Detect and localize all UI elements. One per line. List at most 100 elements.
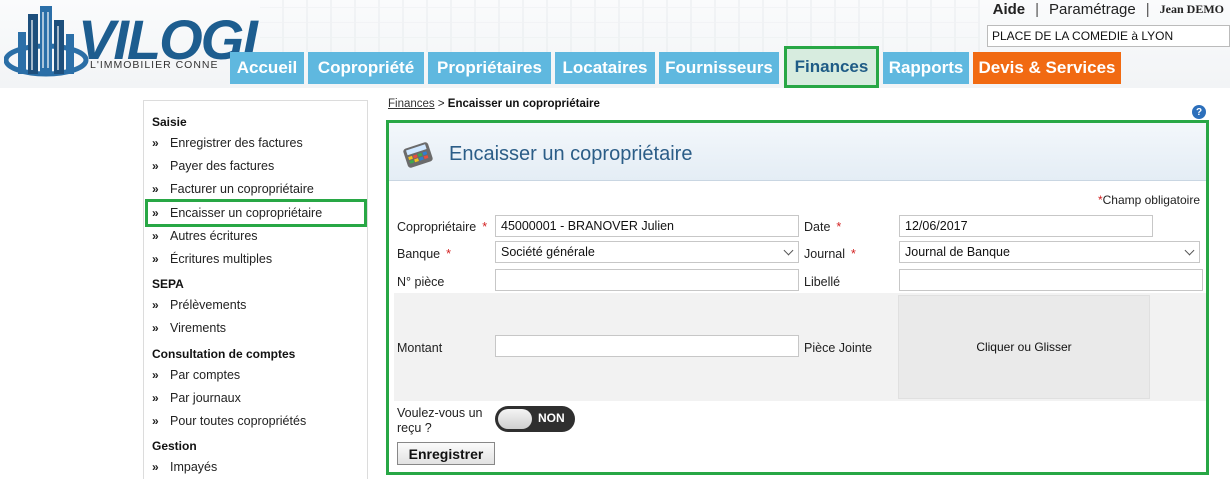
sidebar-item-ecritures-multiples[interactable]: » Écritures multiples	[152, 252, 272, 266]
tab-fournisseurs[interactable]: Fournisseurs	[659, 52, 779, 84]
chevron-icon: »	[152, 206, 159, 220]
sidebar-item-label: Encaisser un copropriétaire	[170, 206, 323, 220]
recu-label: Voulez-vous un reçu ?	[397, 406, 482, 436]
piece-label: N° pièce	[397, 275, 445, 289]
sidebar-section-saisie: Saisie	[152, 115, 187, 129]
encaisser-panel: Encaisser un copropriétaire *Champ oblig…	[386, 120, 1209, 475]
tab-devis-services[interactable]: Devis & Services	[973, 52, 1121, 84]
journal-label: Journal *	[804, 247, 856, 261]
user-menu[interactable]: Jean DEMO	[1160, 2, 1224, 17]
sidebar-item-label: Impayés	[170, 460, 218, 474]
sidebar-item-label: Prélèvements	[170, 298, 247, 312]
sidebar: Saisie » Enregistrer des factures » Paye…	[143, 100, 368, 479]
top-links-separator: |	[1145, 0, 1150, 18]
sidebar-item-label: Virements	[170, 321, 227, 335]
sidebar-item-par-comptes[interactable]: » Par comptes	[152, 368, 240, 382]
banque-label: Banque *	[397, 247, 451, 261]
sidebar-item-autres-ecritures[interactable]: » Autres écritures	[152, 229, 258, 243]
sidebar-item-virements[interactable]: » Virements	[152, 321, 226, 335]
required-star: *	[482, 220, 488, 234]
date-label: Date *	[804, 220, 841, 234]
required-note-text: Champ obligatoire	[1102, 193, 1200, 207]
breadcrumb: Finances > Encaisser un copropriétaire	[388, 98, 600, 110]
app-header: VILOGI L'IMMOBILIER CONNE Aide | Paramét…	[0, 0, 1230, 88]
recu-label-line2: reçu ?	[397, 421, 432, 435]
top-links: Aide | Paramétrage | Jean DEMO	[993, 0, 1224, 18]
chevron-icon: »	[152, 368, 159, 382]
brand-tagline: L'IMMOBILIER CONNE	[90, 59, 219, 71]
libelle-label: Libellé	[804, 275, 841, 289]
sidebar-item-par-journaux[interactable]: » Par journaux	[152, 391, 241, 405]
banque-label-text: Banque	[397, 247, 441, 261]
sidebar-item-facturer[interactable]: » Facturer un copropriétaire	[152, 182, 314, 196]
coproprietaire-field[interactable]: 45000001 - BRANOVER Julien	[495, 215, 799, 237]
breadcrumb-separator: >	[437, 98, 445, 110]
tab-rapports[interactable]: Rapports	[883, 52, 969, 84]
sidebar-item-label: Payer des factures	[170, 159, 275, 173]
sidebar-item-prelevements[interactable]: » Prélèvements	[152, 298, 246, 312]
breadcrumb-current: Encaisser un copropriétaire	[447, 98, 600, 110]
chevron-icon: »	[152, 159, 159, 173]
sidebar-item-toutes-coproprietes[interactable]: » Pour toutes copropriétés	[152, 414, 306, 428]
sidebar-item-encaisser[interactable]: » Encaisser un copropriétaire	[145, 199, 367, 227]
piece-field[interactable]	[495, 269, 799, 291]
journal-label-text: Journal	[804, 247, 845, 261]
libelle-field[interactable]	[899, 269, 1203, 291]
required-note: *Champ obligatoire	[1098, 193, 1200, 207]
required-star: *	[836, 220, 842, 234]
sidebar-item-label: Enregistrer des factures	[170, 136, 303, 150]
journal-select[interactable]: Journal de Banque	[899, 241, 1200, 263]
calculator-icon	[403, 142, 433, 168]
panel-title: Encaisser un copropriétaire	[449, 143, 693, 165]
help-link[interactable]: Aide	[993, 1, 1026, 18]
coproprietaire-label-text: Copropriétaire	[397, 220, 477, 234]
required-star: *	[446, 247, 451, 261]
vilogi-logo[interactable]: VILOGI L'IMMOBILIER CONNE	[4, 2, 264, 82]
montant-field[interactable]	[495, 335, 799, 357]
help-icon[interactable]: ?	[1192, 105, 1206, 119]
sidebar-item-label: Pour toutes copropriétés	[170, 414, 307, 428]
chevron-icon: »	[152, 182, 159, 196]
sidebar-item-label: Par journaux	[170, 391, 241, 405]
panel-header: Encaisser un copropriétaire	[389, 123, 1206, 181]
tab-proprietaires[interactable]: Propriétaires	[428, 52, 551, 84]
toggle-knob	[498, 409, 532, 429]
banque-select[interactable]: Société générale	[495, 241, 799, 263]
site-selector[interactable]: PLACE DE LA COMEDIE à LYON	[987, 25, 1230, 47]
sidebar-item-label: Facturer un copropriétaire	[170, 182, 314, 196]
tab-finances[interactable]: Finances	[784, 46, 879, 88]
chevron-icon: »	[152, 298, 159, 312]
montant-label: Montant	[397, 341, 443, 355]
tab-locataires[interactable]: Locataires	[555, 52, 655, 84]
save-button[interactable]: Enregistrer	[397, 442, 495, 465]
coproprietaire-label: Copropriétaire *	[397, 220, 487, 234]
settings-link[interactable]: Paramétrage	[1049, 1, 1136, 18]
chevron-icon: »	[152, 136, 159, 150]
chevron-icon: »	[152, 414, 159, 428]
sidebar-section-gestion: Gestion	[152, 439, 197, 453]
chevron-icon: »	[152, 321, 159, 335]
toggle-label: NON	[538, 411, 565, 425]
sidebar-item-label: Par comptes	[170, 368, 241, 382]
chevron-icon: »	[152, 252, 159, 266]
chevron-icon: »	[152, 229, 159, 243]
sidebar-item-label: Écritures multiples	[170, 252, 273, 266]
recu-label-line1: Voulez-vous un	[397, 406, 483, 420]
chevron-icon: »	[152, 460, 159, 474]
top-links-separator: |	[1035, 0, 1040, 18]
sidebar-item-enregistrer-factures[interactable]: » Enregistrer des factures	[152, 136, 303, 150]
recu-toggle[interactable]: NON	[495, 406, 575, 432]
file-dropzone[interactable]: Cliquer ou Glisser	[898, 295, 1150, 399]
tab-copropriete[interactable]: Copropriété	[308, 52, 424, 84]
sidebar-section-sepa: SEPA	[152, 277, 184, 291]
sidebar-item-label: Autres écritures	[170, 229, 258, 243]
sidebar-section-consultation: Consultation de comptes	[152, 347, 296, 361]
piece-jointe-label: Pièce Jointe	[804, 341, 873, 355]
breadcrumb-finances-link[interactable]: Finances	[388, 98, 435, 110]
sidebar-item-impayes[interactable]: » Impayés	[152, 460, 217, 474]
date-field[interactable]: 12/06/2017	[899, 215, 1153, 237]
tab-accueil[interactable]: Accueil	[230, 52, 304, 84]
required-star: *	[851, 247, 856, 261]
chevron-icon: »	[152, 391, 159, 405]
sidebar-item-payer-factures[interactable]: » Payer des factures	[152, 159, 274, 173]
